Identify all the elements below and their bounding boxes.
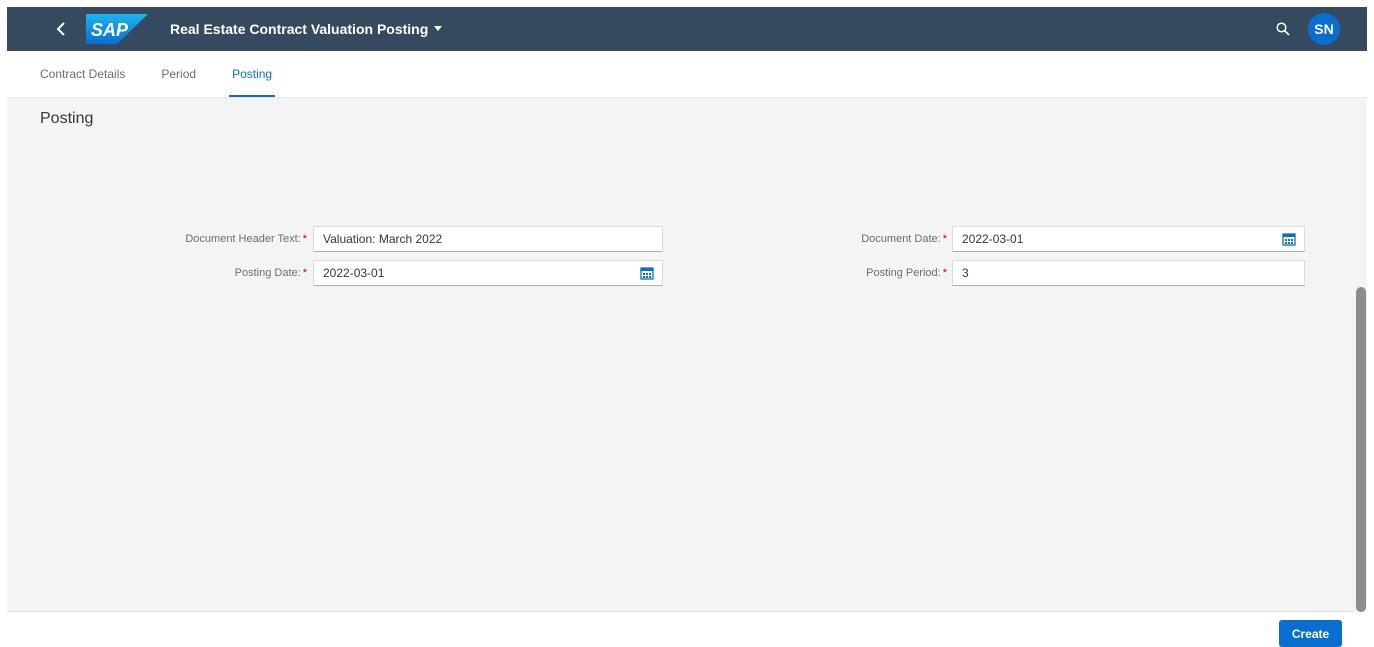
- document-header-text-row: Document Header Text: * Valuation: March …: [107, 226, 663, 252]
- tab-bar: Contract Details Period Posting: [7, 51, 1367, 98]
- scrollbar-thumb[interactable]: [1356, 287, 1366, 612]
- shell-bar: SAP Real Estate Contract Valuation Posti…: [7, 7, 1367, 51]
- calendar-icon[interactable]: [640, 266, 654, 280]
- required-marker: *: [302, 267, 307, 279]
- caret-down-icon: [434, 26, 443, 31]
- required-marker: *: [302, 233, 307, 245]
- search-button[interactable]: [1270, 16, 1296, 42]
- footer-bar: [7, 612, 1367, 646]
- create-button[interactable]: Create: [1279, 620, 1342, 647]
- document-date-input[interactable]: 2022-03-01: [952, 226, 1305, 252]
- document-header-text-label: Document Header Text: *: [185, 233, 307, 245]
- tab-posting[interactable]: Posting: [229, 51, 276, 97]
- back-button[interactable]: [49, 17, 73, 41]
- tab-contract-details[interactable]: Contract Details: [40, 51, 125, 97]
- calendar-icon[interactable]: [1282, 232, 1296, 246]
- content-area: Posting Document Header Text: * Valuation…: [7, 98, 1354, 612]
- posting-date-label: Posting Date: *: [234, 267, 307, 279]
- tab-period[interactable]: Period: [161, 51, 196, 97]
- document-header-text-input[interactable]: Valuation: March 2022: [313, 226, 663, 252]
- document-date-row: Document Date: * 2022-03-01: [747, 226, 1305, 252]
- posting-period-input[interactable]: 3: [952, 260, 1305, 286]
- svg-text:SAP: SAP: [91, 20, 129, 40]
- required-marker: *: [942, 233, 947, 245]
- search-icon: [1276, 22, 1290, 36]
- sap-logo[interactable]: SAP: [86, 14, 148, 44]
- chevron-left-icon: [56, 22, 65, 36]
- section-title: Posting: [40, 110, 94, 127]
- posting-period-label: Posting Period: *: [866, 267, 947, 279]
- user-avatar[interactable]: SN: [1308, 13, 1340, 45]
- posting-period-row: Posting Period: * 3: [747, 260, 1305, 286]
- posting-date-input[interactable]: 2022-03-01: [313, 260, 663, 286]
- app-title: Real Estate Contract Valuation Posting: [170, 21, 429, 37]
- required-marker: *: [942, 267, 947, 279]
- document-date-label: Document Date: *: [861, 233, 947, 245]
- posting-date-row: Posting Date: * 2022-03-01: [107, 260, 663, 286]
- app-title-menu[interactable]: Real Estate Contract Valuation Posting: [170, 21, 443, 37]
